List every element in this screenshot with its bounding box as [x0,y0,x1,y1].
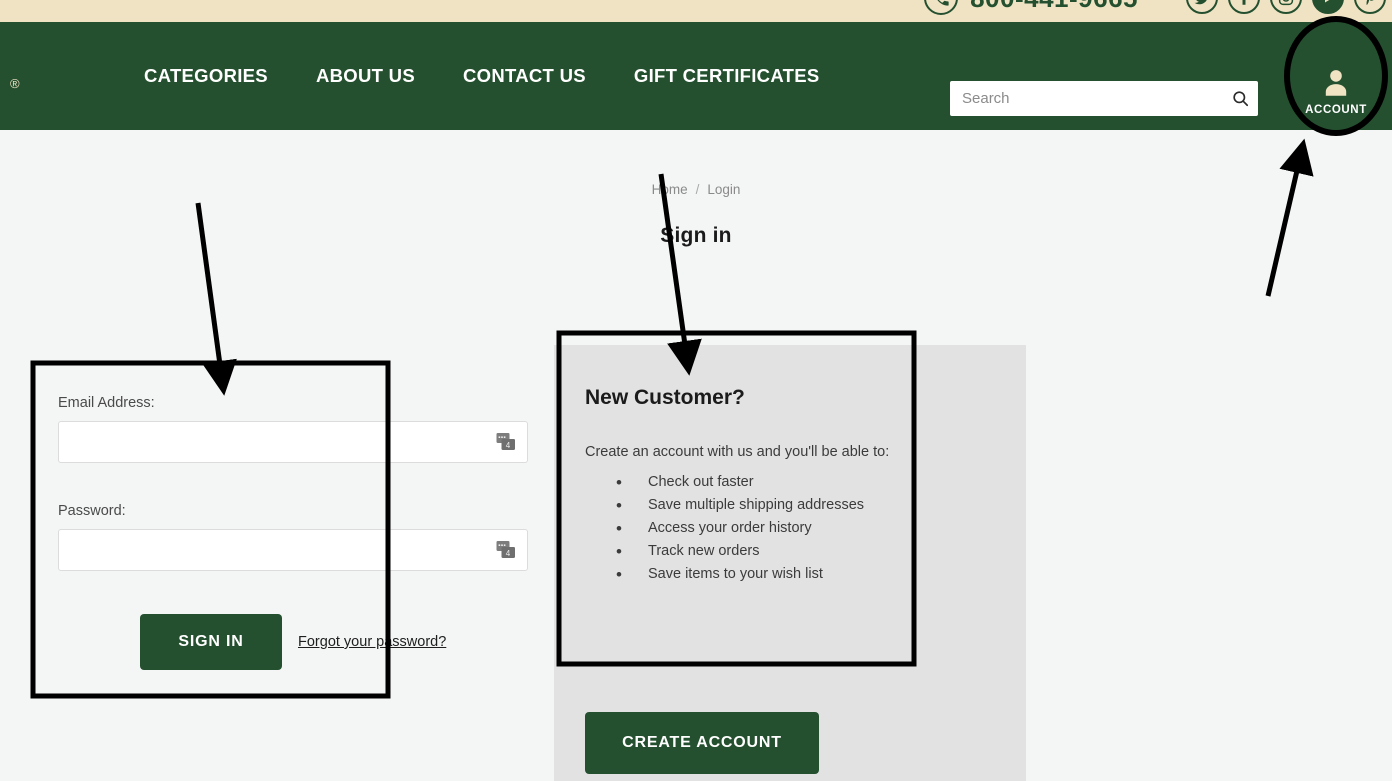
search-button[interactable] [1222,82,1258,115]
search-input[interactable] [950,82,1222,115]
site-logo[interactable]: ℒ ® [0,38,58,118]
new-customer-panel: New Customer? Create an account with us … [554,345,1026,781]
nav-item-gift-certificates[interactable]: GIFT CERTIFICATES [634,65,820,87]
page-title: Sign in [660,224,732,247]
search-box [950,81,1258,116]
list-item: Save multiple shipping addresses [616,494,864,517]
pinterest-icon[interactable] [1354,0,1386,14]
logo-registered-mark: ® [10,76,20,91]
facebook-icon[interactable] [1228,0,1260,14]
svg-text:4: 4 [506,549,511,558]
social-links [1186,0,1386,14]
new-customer-intro: Create an account with us and you'll be … [585,444,890,460]
list-item: Track new orders [616,540,864,563]
youtube-icon[interactable] [1312,0,1344,14]
phone-icon [924,0,959,15]
breadcrumb-separator: / [695,182,700,197]
email-label: Email Address: [58,395,155,411]
primary-navigation: CATEGORIES ABOUT US CONTACT US GIFT CERT… [144,22,820,130]
nav-item-about-us[interactable]: ABOUT US [316,65,415,87]
login-form: Email Address: 4 Password: 4 SIGN IN For… [0,367,554,692]
forgot-password-link[interactable]: Forgot your password? [298,634,446,650]
list-item: Check out faster [616,471,864,494]
email-input[interactable] [58,421,528,463]
sign-in-button[interactable]: SIGN IN [140,614,282,670]
instagram-icon[interactable] [1270,0,1302,14]
top-utility-bar: 800-441-9665 [0,0,1392,22]
list-item: Save items to your wish list [616,563,864,586]
main-header: ℒ ® CATEGORIES ABOUT US CONTACT US GIFT … [0,22,1392,130]
page-body: Home / Login Sign in Email Address: 4 Pa… [0,130,1392,781]
svg-text:4: 4 [506,441,511,450]
breadcrumb: Home / Login [0,182,1392,197]
password-input[interactable] [58,529,528,571]
account-label: ACCOUNT [1305,104,1367,116]
user-icon [1325,70,1347,96]
phone-number[interactable]: 800-441-9665 [970,0,1138,14]
create-account-button[interactable]: CREATE ACCOUNT [585,712,819,774]
password-field-group: Password: 4 [58,503,528,571]
twitter-icon[interactable] [1186,0,1218,14]
login-actions: SIGN IN Forgot your password? [140,614,446,670]
list-item: Access your order history [616,517,864,540]
new-customer-title: New Customer? [585,386,745,409]
account-link[interactable]: ACCOUNT [1303,66,1369,132]
email-field-group: Email Address: 4 [58,395,528,463]
breadcrumb-current: Login [707,182,741,197]
new-customer-benefits: Check out faster Save multiple shipping … [616,471,864,586]
phone-block[interactable]: 800-441-9665 [924,0,1138,15]
nav-item-contact-us[interactable]: CONTACT US [463,65,586,87]
nav-item-categories[interactable]: CATEGORIES [144,65,268,87]
password-manager-icon[interactable]: 4 [496,432,516,452]
password-manager-icon[interactable]: 4 [496,540,516,560]
page-root: 800-441-9665 [0,0,1392,781]
password-label: Password: [58,503,126,519]
breadcrumb-home[interactable]: Home [652,182,688,197]
